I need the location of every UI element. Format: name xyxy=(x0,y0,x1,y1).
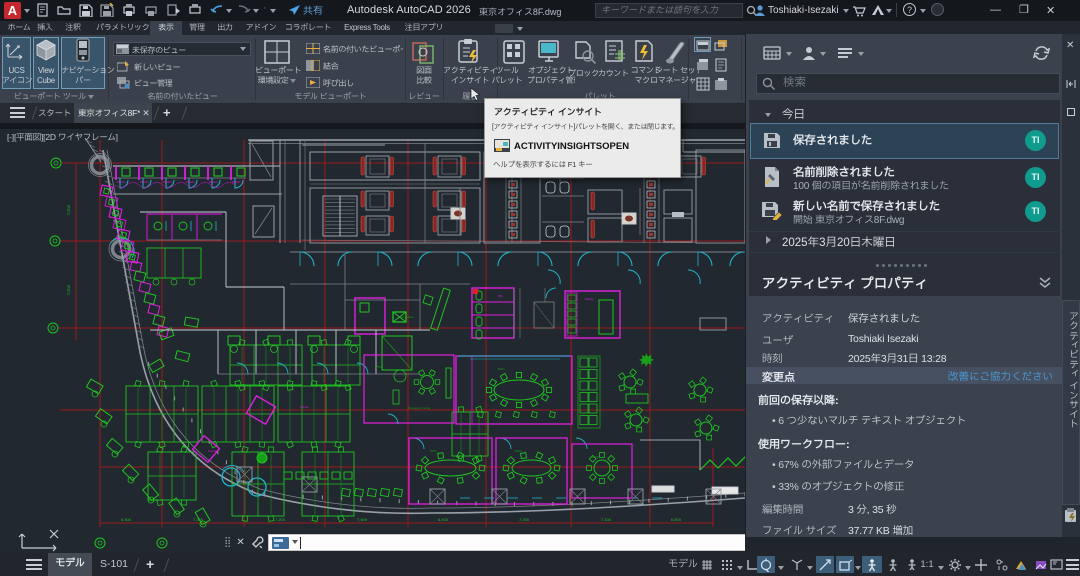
svg-text:6,400: 6,400 xyxy=(438,517,449,522)
svg-text:WC: WC xyxy=(498,294,504,298)
svg-text:7,500: 7,500 xyxy=(66,204,71,215)
svg-text:7,200: 7,200 xyxy=(519,517,530,522)
svg-text:Reception Cente: Reception Cente xyxy=(408,406,431,410)
svg-text:7,500: 7,500 xyxy=(66,284,71,295)
svg-text:PBooth: PBooth xyxy=(163,180,172,184)
svg-text:Reception: Reception xyxy=(400,315,414,319)
svg-text:Focus: Focus xyxy=(208,449,217,453)
svg-text:Pantry: Pantry xyxy=(585,297,594,301)
svg-text:PBooth: PBooth xyxy=(186,180,195,184)
svg-text:6,400: 6,400 xyxy=(121,517,132,522)
svg-text:MTG: MTG xyxy=(592,455,599,459)
svg-text:7,200: 7,200 xyxy=(275,517,286,522)
svg-text:7,100: 7,100 xyxy=(601,517,612,522)
svg-text:MTG: MTG xyxy=(430,449,437,453)
svg-text:PBooth: PBooth xyxy=(140,180,149,184)
svg-text:MTG: MTG xyxy=(515,449,522,453)
svg-text:PBooth: PBooth xyxy=(117,180,126,184)
svg-text:7,400: 7,400 xyxy=(357,517,368,522)
svg-text:Focus: Focus xyxy=(300,405,309,409)
svg-text:MTG: MTG xyxy=(498,367,505,371)
svg-text:MTG: MTG xyxy=(375,365,382,369)
svg-text:6,800: 6,800 xyxy=(671,517,682,522)
svg-text:PBooth: PBooth xyxy=(209,180,218,184)
